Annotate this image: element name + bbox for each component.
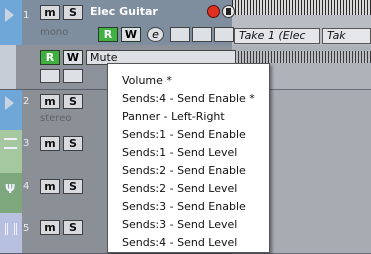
menu-item-sends3-send-enable[interactable]: Sends:3 - Send Enable: [122, 200, 246, 213]
mute-button[interactable]: m: [40, 5, 60, 20]
track-number: 3: [23, 138, 30, 149]
channel-config: stereo: [40, 113, 72, 124]
menu-item-sends3-send-level[interactable]: Sends:3 - Send Level: [122, 218, 237, 231]
track-1[interactable]: 1 m S Elec Guitar mono R W e: [0, 0, 235, 46]
write-button[interactable]: W: [121, 27, 141, 42]
automation-write-button[interactable]: W: [63, 50, 83, 65]
mute-button[interactable]: m: [40, 220, 60, 235]
solo-button[interactable]: S: [63, 5, 83, 20]
channel-config: mono: [40, 27, 69, 38]
mute-button[interactable]: m: [40, 179, 60, 194]
menu-item-panner-left-right[interactable]: Panner - Left-Right: [122, 110, 225, 123]
track-number: 1: [23, 10, 30, 21]
midi-icon: [4, 138, 17, 149]
automation-mute-icon[interactable]: [40, 69, 60, 83]
event-lane-track-1[interactable]: Take 1 (Elec Tak: [232, 0, 371, 46]
track-color-strip: [0, 0, 22, 45]
show-more-lanes-icon[interactable]: [63, 69, 83, 83]
mixer-icon: [5, 223, 17, 235]
menu-item-sends2-send-level[interactable]: Sends:2 - Send Level: [122, 182, 237, 195]
mute-button[interactable]: m: [40, 136, 60, 151]
track-number: 4: [23, 181, 30, 192]
waveform: [232, 0, 371, 15]
eq-bypass-icon[interactable]: [192, 27, 212, 42]
read-button[interactable]: R: [98, 27, 118, 42]
record-enable-button[interactable]: [207, 5, 220, 18]
track-color-strip: [0, 130, 22, 173]
menu-item-sends4-send-enable[interactable]: Sends:4 - Send Enable *: [122, 92, 255, 105]
track-number: 5: [23, 223, 30, 234]
menu-item-sends2-send-enable[interactable]: Sends:2 - Send Enable: [122, 164, 246, 177]
solo-button[interactable]: S: [63, 136, 83, 151]
solo-button[interactable]: S: [63, 94, 83, 109]
instrument-icon: Ψ: [5, 182, 16, 196]
send-bypass-icon[interactable]: [214, 27, 234, 42]
insert-bypass-icon[interactable]: [170, 27, 190, 42]
expand-triangle-icon[interactable]: [5, 8, 14, 22]
solo-button[interactable]: S: [63, 179, 83, 194]
track-number: 2: [23, 96, 30, 107]
automation-parameter-menu: Volume * Sends:4 - Send Enable * Panner …: [107, 63, 270, 253]
monitor-button[interactable]: [222, 5, 235, 18]
menu-item-sends4-send-level[interactable]: Sends:4 - Send Level: [122, 236, 237, 249]
edit-channel-icon[interactable]: e: [147, 27, 164, 42]
event-take-1[interactable]: Take 1 (Elec: [234, 28, 320, 44]
menu-item-sends1-send-level[interactable]: Sends:1 - Send Level: [122, 146, 237, 159]
automation-color-strip: [0, 45, 16, 89]
mute-button[interactable]: m: [40, 94, 60, 109]
expand-triangle-icon[interactable]: [5, 96, 14, 110]
waveform-automation: [232, 51, 371, 63]
track-name[interactable]: Elec Guitar: [90, 5, 158, 18]
event-take-2[interactable]: Tak: [322, 28, 371, 44]
automation-read-button[interactable]: R: [40, 50, 60, 65]
solo-button[interactable]: S: [63, 220, 83, 235]
menu-item-sends1-send-enable[interactable]: Sends:1 - Send Enable: [122, 128, 246, 141]
menu-item-volume[interactable]: Volume *: [122, 74, 172, 87]
